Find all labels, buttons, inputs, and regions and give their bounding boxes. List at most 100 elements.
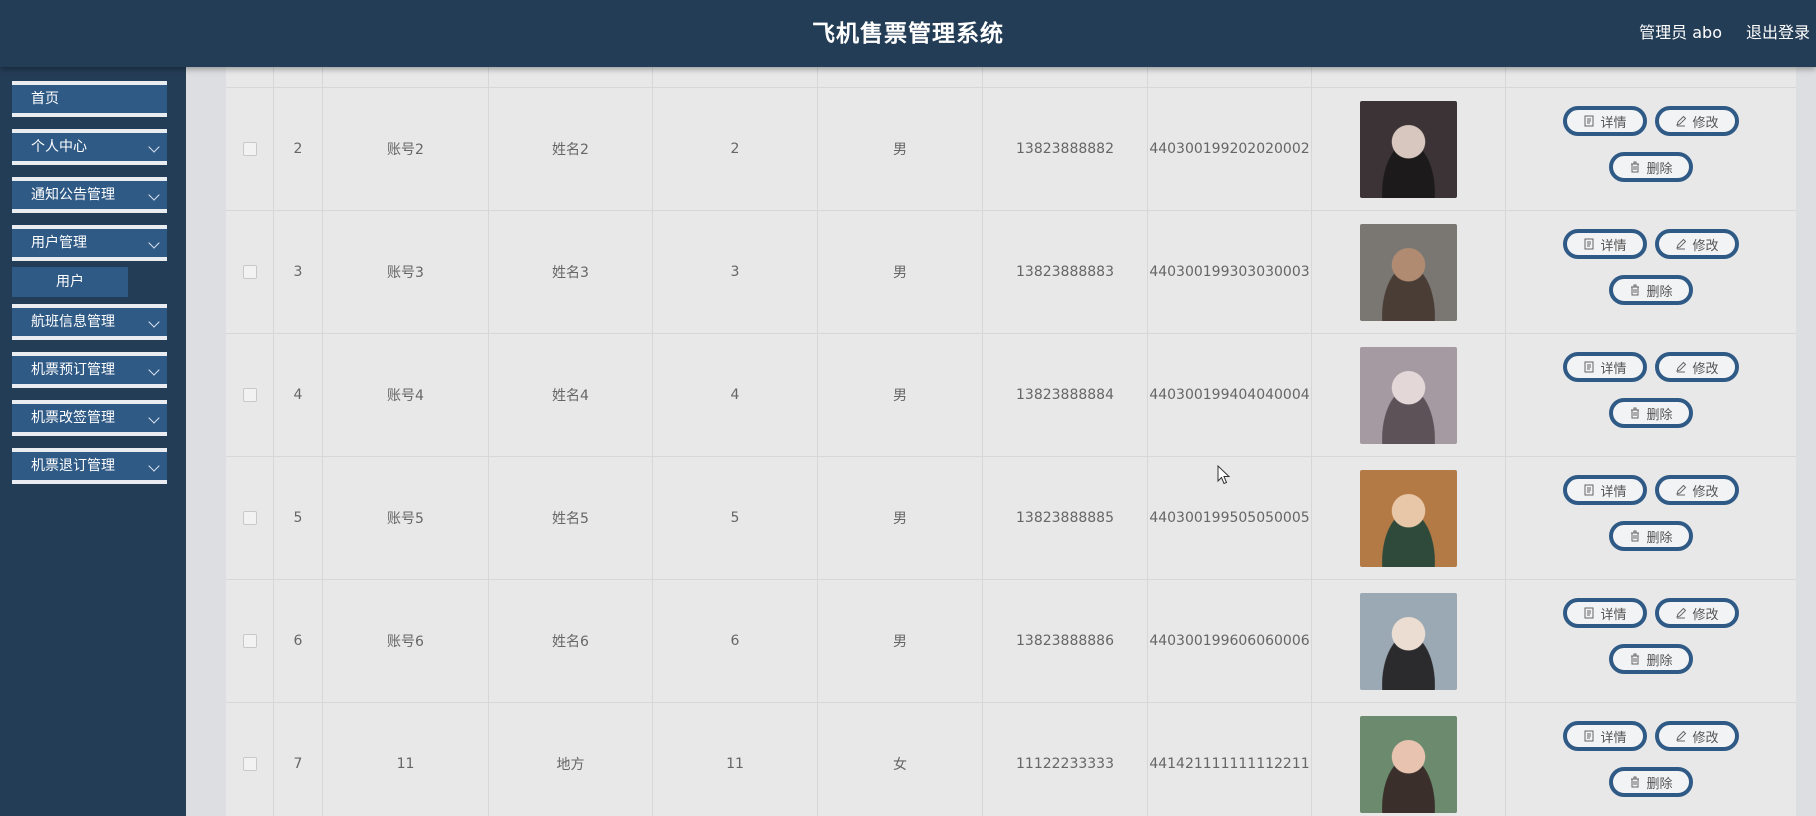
name-cell: 姓名5: [489, 457, 653, 579]
chevron-down-icon: [148, 412, 160, 424]
edit-button[interactable]: 修改: [1655, 475, 1739, 505]
document-icon: [1583, 361, 1595, 373]
delete-button[interactable]: 删除: [1609, 767, 1693, 797]
select-cell: [226, 703, 274, 816]
trash-icon: [1629, 161, 1641, 173]
edit-button[interactable]: 修改: [1655, 598, 1739, 628]
document-icon: [1583, 607, 1595, 619]
row-index: 3: [274, 211, 323, 333]
row-checkbox[interactable]: [242, 388, 257, 402]
photo-cell: [1312, 334, 1506, 456]
row-index: 5: [274, 457, 323, 579]
detail-button[interactable]: 详情: [1563, 721, 1647, 751]
user-photo: [1360, 592, 1457, 690]
row-index: 7: [274, 703, 323, 816]
sidebar-item-personal-center[interactable]: 个人中心: [12, 129, 167, 165]
photo-cell: [1312, 703, 1506, 816]
trash-icon: [1629, 776, 1641, 788]
age-cell: 3: [653, 211, 818, 333]
detail-button[interactable]: 详情: [1563, 352, 1647, 382]
edit-button[interactable]: 修改: [1655, 352, 1739, 382]
top-navbar: 飞机售票管理系统 管理员 abo 退出登录: [0, 0, 1816, 67]
edit-button[interactable]: 修改: [1655, 229, 1739, 259]
delete-button[interactable]: 删除: [1609, 644, 1693, 674]
current-user-label[interactable]: 管理员 abo: [1639, 19, 1722, 43]
phone-cell: 13823888884: [983, 334, 1148, 456]
trash-icon: [1629, 653, 1641, 665]
name-cell: 姓名3: [489, 211, 653, 333]
table-row: 4 账号4 姓名4 4 男 13823888884 440300199404040004 详情…: [226, 334, 1796, 457]
delete-button[interactable]: 删除: [1609, 398, 1693, 428]
chevron-down-icon: [148, 316, 160, 328]
edit-button-label: 修改: [1692, 730, 1719, 746]
logout-link[interactable]: 退出登录: [1746, 19, 1810, 43]
row-checkbox[interactable]: [242, 265, 257, 279]
sidebar-item-ticket-change-management[interactable]: 机票改签管理: [12, 400, 167, 436]
user-photo: [1360, 100, 1457, 198]
chevron-down-icon: [148, 237, 160, 249]
detail-button[interactable]: 详情: [1563, 229, 1647, 259]
user-photo: [1360, 346, 1457, 444]
chevron-down-icon: [148, 189, 160, 201]
actions-cell: 详情 修改删除: [1506, 211, 1796, 333]
actions-cell: 详情 修改删除: [1506, 457, 1796, 579]
name-cell: 姓名4: [489, 334, 653, 456]
row-index: 2: [274, 88, 323, 210]
detail-button-label: 详情: [1600, 484, 1627, 500]
table-row-partial: [226, 67, 1796, 88]
table-row: 7 11 地方 11 女 11122233333 441421111111112211 详情修…: [226, 703, 1796, 816]
row-checkbox[interactable]: [242, 757, 257, 771]
delete-button-label: 删除: [1646, 161, 1673, 177]
edit-button[interactable]: 修改: [1655, 721, 1739, 751]
age-cell: 11: [653, 703, 818, 816]
user-table: 2 账号2 姓名2 2 男 13823888882 440300199202020002 详情…: [226, 67, 1796, 816]
detail-button[interactable]: 详情: [1563, 475, 1647, 505]
age-cell: 6: [653, 580, 818, 702]
trash-icon: [1629, 530, 1641, 542]
actions-cell: 详情 修改删除: [1506, 334, 1796, 456]
sidebar-item-label: 个人中心: [31, 139, 87, 155]
table-row: 2 账号2 姓名2 2 男 13823888882 440300199202020002 详情…: [226, 88, 1796, 211]
pencil-icon: [1675, 607, 1687, 619]
detail-button-label: 详情: [1600, 607, 1627, 623]
select-cell: [226, 211, 274, 333]
edit-button[interactable]: 修改: [1655, 106, 1739, 136]
phone-cell: 13823888886: [983, 580, 1148, 702]
sidebar-item-ticket-booking-management[interactable]: 机票预订管理: [12, 352, 167, 388]
row-checkbox[interactable]: [242, 142, 257, 156]
id-number-cell: 441421111111112211: [1148, 703, 1312, 816]
sidebar-item-label: 机票预订管理: [31, 362, 115, 378]
detail-button[interactable]: 详情: [1563, 598, 1647, 628]
user-photo: [1360, 223, 1457, 321]
main-content: 2 账号2 姓名2 2 男 13823888882 440300199202020002 详情…: [186, 67, 1816, 816]
row-checkbox[interactable]: [242, 511, 257, 525]
sidebar: 首页个人中心通知公告管理用户管理航班信息管理机票预订管理机票改签管理 机票退订管理…: [0, 67, 186, 816]
pencil-icon: [1675, 238, 1687, 250]
name-cell: 地方: [489, 703, 653, 816]
row-checkbox[interactable]: [242, 634, 257, 648]
sidebar-subitem-user[interactable]: 用户: [12, 267, 128, 297]
detail-button-label: 详情: [1600, 730, 1627, 746]
name-cell: 姓名2: [489, 88, 653, 210]
account-cell: 账号4: [323, 334, 489, 456]
gender-cell: 女: [818, 703, 983, 816]
sidebar-item-user-management[interactable]: 用户管理: [12, 225, 167, 261]
sidebar-item-label: 用户管理: [31, 235, 87, 251]
delete-button[interactable]: 删除: [1609, 152, 1693, 182]
sidebar-item-flight-info-management[interactable]: 航班信息管理: [12, 304, 167, 340]
sidebar-item-home[interactable]: 首页: [12, 81, 167, 117]
sidebar-item-ticket-refund-management[interactable]: 机票退订管理: [12, 448, 167, 484]
photo-cell: [1312, 88, 1506, 210]
pencil-icon: [1675, 361, 1687, 373]
trash-icon: [1629, 407, 1641, 419]
account-cell: 账号5: [323, 457, 489, 579]
photo-cell: [1312, 457, 1506, 579]
sidebar-item-notice-management[interactable]: 通知公告管理: [12, 177, 167, 213]
phone-cell: 13823888883: [983, 211, 1148, 333]
delete-button[interactable]: 删除: [1609, 521, 1693, 551]
pencil-icon: [1675, 115, 1687, 127]
delete-button[interactable]: 删除: [1609, 275, 1693, 305]
photo-cell: [1312, 580, 1506, 702]
detail-button[interactable]: 详情: [1563, 106, 1647, 136]
chevron-down-icon: [148, 364, 160, 376]
